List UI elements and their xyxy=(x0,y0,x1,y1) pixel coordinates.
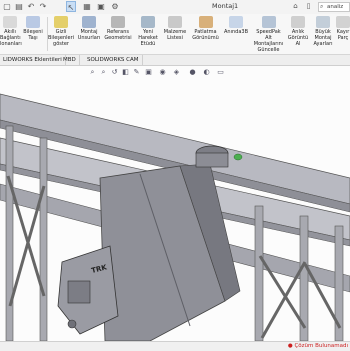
reference-geometry-icon xyxy=(111,16,125,28)
motion-study-icon xyxy=(141,16,155,28)
large-assembly-icon xyxy=(316,16,330,28)
smart-mates-icon xyxy=(3,16,17,28)
status-message: Çözüm Bulunamadı xyxy=(294,343,348,349)
large-assembly-settings-button[interactable]: Büyük Montaj Ayarları xyxy=(310,14,336,54)
apply-scene-icon[interactable]: ◐ xyxy=(202,68,211,76)
save-icon[interactable]: ▣ xyxy=(96,1,106,12)
move-component-button[interactable]: Bileşeni Taşı xyxy=(20,14,46,54)
display-style-icon[interactable]: ◉ xyxy=(158,68,167,76)
tab-mbd[interactable]: MBD xyxy=(60,55,80,65)
assembly-features-button[interactable]: Montaj Unsurları xyxy=(76,14,102,54)
motor-cap-body xyxy=(195,152,229,168)
missing-parts-icon xyxy=(336,16,350,28)
open-folder-icon[interactable]: ▤ xyxy=(14,1,24,12)
options-gear-icon[interactable]: ⚙ xyxy=(110,1,120,12)
edit-appearance-icon[interactable]: ● xyxy=(188,68,197,76)
assembly-features-icon xyxy=(82,16,96,28)
speedpak-icon xyxy=(261,16,276,28)
window-title: Montaj1 xyxy=(212,2,239,10)
search-input[interactable]: ⌕ analiz xyxy=(318,2,350,12)
instant3d-button[interactable]: Anında3B xyxy=(222,14,250,54)
redo-icon[interactable]: ↷ xyxy=(38,1,48,12)
view-settings-icon[interactable]: ▭ xyxy=(216,68,225,76)
smart-mates-button[interactable]: Akıllı Bağlantı lonanları xyxy=(0,14,22,54)
hide-show-items-icon[interactable]: ◈ xyxy=(172,68,181,76)
command-manager-ribbon: Akıllı Bağlantı lonanları Bileşeni Taşı … xyxy=(0,14,350,55)
section-view-icon[interactable]: ◧ xyxy=(121,68,130,76)
tab-solidworks-addins[interactable]: LIDWORKS Eklentileri xyxy=(0,55,66,65)
bill-of-materials-button[interactable]: Malzeme Listesi xyxy=(162,14,188,54)
document-icon[interactable]: ▯ xyxy=(303,1,314,12)
bill-of-materials-icon xyxy=(168,16,182,28)
missing-parts-button[interactable]: Kayır Parç xyxy=(336,14,350,54)
title-bar: ▢ ▤ ↶ ↷ ↖ ▦ ▣ ⚙ Montaj1 ⌂ ▯ ⌕ analiz xyxy=(0,0,350,15)
tab-solidworks-cam[interactable]: SOLIDWORKS CAM xyxy=(84,55,143,65)
move-component-icon xyxy=(26,16,40,28)
new-motion-study-button[interactable]: Yeni Hareket Etüdü xyxy=(134,14,162,54)
rebuild-icon[interactable]: ▦ xyxy=(82,1,92,12)
instant3d-icon xyxy=(229,16,243,28)
reference-geometry-button[interactable]: Referans Geometrisi xyxy=(103,14,133,54)
previous-view-icon[interactable]: ↺ xyxy=(110,68,119,76)
show-hidden-components-button[interactable]: Gizli Bileşenleri göster xyxy=(48,14,74,54)
zoom-area-icon[interactable]: ⌕ xyxy=(99,68,108,77)
take-snapshot-button[interactable]: Anlık Görüntü Al xyxy=(287,14,309,54)
undo-icon[interactable]: ↶ xyxy=(26,1,36,12)
exploded-view-icon xyxy=(198,16,213,28)
search-text: analiz xyxy=(327,4,344,10)
search-icon: ⌕ xyxy=(320,3,324,10)
command-manager-tabs: LIDWORKS Eklentileri MBD SOLIDWORKS CAM xyxy=(0,55,350,66)
green-marker xyxy=(233,153,243,161)
select-pointer-icon[interactable]: ↖ xyxy=(66,1,76,12)
home-icon[interactable]: ⌂ xyxy=(290,1,301,12)
graphics-area[interactable]: TRK xyxy=(0,66,350,341)
exploded-view-button[interactable]: Patlatma Görünümü xyxy=(189,14,222,54)
assembly-model[interactable]: TRK xyxy=(0,66,350,341)
speedpak-update-button[interactable]: SpeedPak Alt Montajlarını Güncelle xyxy=(251,14,286,54)
view-orientation-icon[interactable]: ▣ xyxy=(144,68,153,76)
zoom-to-fit-icon[interactable]: ⌕ xyxy=(88,68,97,77)
carriage-bolt xyxy=(67,319,77,329)
new-file-icon[interactable]: ▢ xyxy=(2,1,12,12)
camera-icon xyxy=(291,16,305,28)
show-hidden-icon xyxy=(54,16,68,28)
carriage-plate xyxy=(67,280,91,304)
dynamic-annotation-icon[interactable]: ✎ xyxy=(132,68,141,76)
